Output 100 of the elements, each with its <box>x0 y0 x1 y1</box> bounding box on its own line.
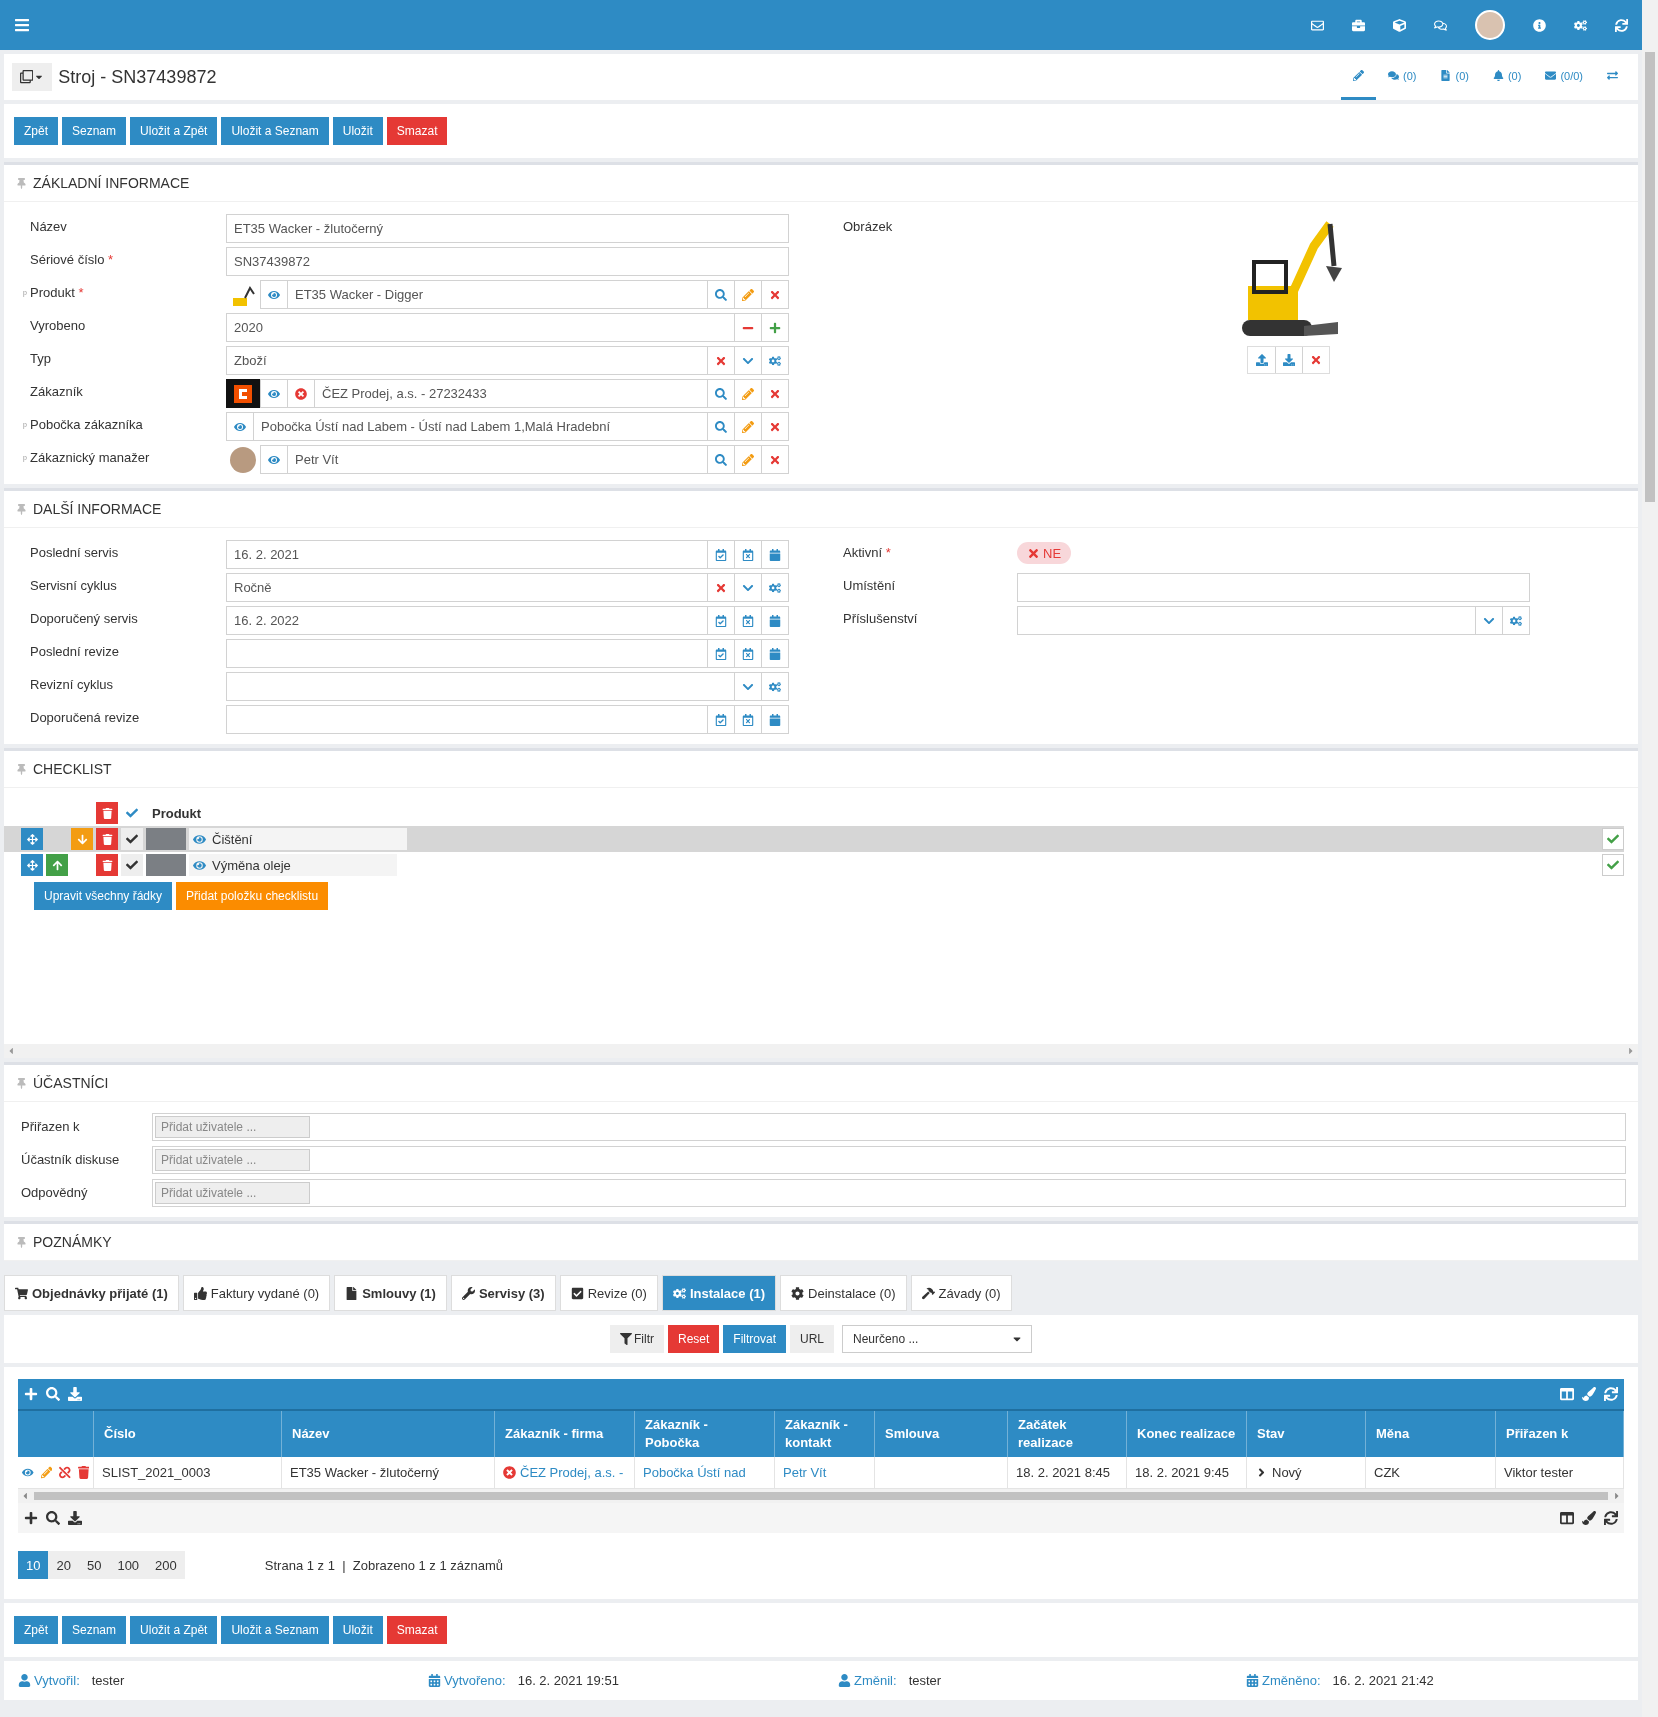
action-button[interactable]: Uložit a Zpět <box>130 1616 218 1644</box>
input-field[interactable]: ČEZ Prodej, a.s. - 27232433 <box>315 380 707 407</box>
action-button[interactable]: Uložit a Seznam <box>221 117 329 145</box>
meta-value: 16. 2. 2021 19:51 <box>517 1673 619 1688</box>
action-button[interactable]: Zpět <box>14 1616 58 1644</box>
move-button[interactable] <box>21 828 43 850</box>
tab[interactable]: Revize (0) <box>559 1275 658 1311</box>
input-field[interactable]: 16. 2. 2022 <box>227 607 707 634</box>
header-tab[interactable]: (0/0) <box>1533 54 1595 100</box>
input-field[interactable]: Ročně <box>227 574 707 601</box>
horizontal-scrollbar[interactable] <box>18 1489 1624 1503</box>
action-button[interactable]: Uložit a Zpět <box>130 117 218 145</box>
filter-button[interactable]: Filtrovat <box>723 1325 786 1353</box>
plus-icon <box>24 1387 38 1401</box>
page-size-button[interactable]: 200 <box>147 1551 185 1579</box>
checklist-row[interactable]: Výměna oleje <box>4 852 1624 878</box>
tab[interactable]: Deinstalace (0) <box>780 1275 907 1311</box>
action-button[interactable]: Uložit <box>332 117 383 145</box>
checkbox[interactable] <box>1602 828 1624 850</box>
column-header[interactable]: Název <box>282 1411 495 1457</box>
filter-button[interactable]: Filtr <box>609 1325 664 1353</box>
delete-button[interactable] <box>96 854 118 876</box>
cube-icon[interactable] <box>1393 18 1406 32</box>
column-header[interactable]: Začátek realizace <box>1008 1411 1127 1457</box>
input-field[interactable] <box>1017 573 1530 602</box>
input-field[interactable]: Pobočka Ústí nad Labem - Ústí nad Labem 1,Malá Hradební <box>254 413 707 440</box>
menu-icon[interactable] <box>14 17 30 33</box>
column-header[interactable]: Zákazník - kontakt <box>775 1411 875 1457</box>
page-size-button[interactable]: 10 <box>18 1551 49 1579</box>
meta-value: 16. 2. 2021 21:42 <box>1332 1673 1434 1688</box>
header-tab[interactable]: (0) <box>1428 54 1481 100</box>
input-field[interactable]: 2020 <box>227 314 734 341</box>
briefcase-icon[interactable] <box>1352 18 1365 32</box>
header-tab[interactable]: (0) <box>1480 54 1534 100</box>
input-field[interactable]: ET35 Wacker - Digger <box>288 281 707 308</box>
input-field[interactable]: Zboží <box>227 347 707 374</box>
input-field[interactable]: SN37439872 <box>226 247 789 276</box>
columns-icon <box>1560 1387 1574 1401</box>
input-field[interactable]: Přidat uživatele ... <box>155 1148 310 1171</box>
delete-button[interactable]: Smazat <box>386 117 448 145</box>
horizontal-scrollbar[interactable] <box>4 1044 1638 1058</box>
action-button[interactable]: Zpět <box>14 117 58 145</box>
calendar-times-icon <box>742 713 754 726</box>
checklist-button[interactable]: Upravit všechny řádky <box>34 882 173 910</box>
page-size-button[interactable]: 50 <box>78 1551 110 1579</box>
tab[interactable]: Závady (0) <box>910 1275 1012 1311</box>
column-header[interactable]: Číslo <box>94 1411 282 1457</box>
tab[interactable]: Objednávky přijaté (1) <box>4 1275 179 1311</box>
action-button[interactable]: Uložit <box>332 1616 383 1644</box>
refresh-icon[interactable] <box>1615 18 1628 32</box>
column-header[interactable]: Smlouva <box>875 1411 1008 1457</box>
vertical-scrollbar[interactable] <box>1642 0 1658 1717</box>
calendar-times-icon <box>742 614 754 627</box>
input-field[interactable]: ET35 Wacker - žlutočerný <box>226 214 789 243</box>
column-header[interactable]: Zákazník - Pobočka <box>635 1411 775 1457</box>
input-field[interactable]: 16. 2. 2021 <box>227 541 707 568</box>
meta-label: Změněno: <box>1246 1673 1321 1688</box>
tab[interactable]: Faktury vydané (0) <box>182 1275 331 1311</box>
action-button[interactable]: Seznam <box>62 117 127 145</box>
column-header[interactable]: Konec realizace <box>1127 1411 1247 1457</box>
info-icon[interactable] <box>1533 18 1546 32</box>
checklist-row[interactable]: Čištění <box>4 826 1624 852</box>
input-field[interactable]: Petr Vít <box>288 446 707 473</box>
clone-button[interactable] <box>12 63 53 91</box>
checklist-button[interactable]: Přidat položku checklistu <box>176 882 329 910</box>
move-button[interactable] <box>21 854 43 876</box>
header-tab[interactable]: (0) <box>1376 54 1429 100</box>
move-up-button[interactable] <box>46 854 68 876</box>
envelope-icon <box>1545 70 1557 81</box>
delete-button[interactable] <box>96 802 118 824</box>
page-size-button[interactable]: 20 <box>48 1551 79 1579</box>
input-field[interactable]: Přidat uživatele ... <box>155 1181 310 1204</box>
envelope-icon[interactable] <box>1311 18 1324 32</box>
field-label: Servisní cyklus <box>29 577 118 593</box>
delete-button[interactable] <box>96 828 118 850</box>
settings-icon[interactable] <box>1574 18 1587 32</box>
tab[interactable]: Servisy (3) <box>450 1275 556 1311</box>
cross-icon <box>1027 546 1040 560</box>
column-header[interactable]: Zákazník - firma <box>495 1411 635 1457</box>
page-size-button[interactable]: 100 <box>109 1551 148 1579</box>
user-avatar[interactable] <box>1475 10 1505 40</box>
action-button[interactable]: Uložit a Seznam <box>221 1616 329 1644</box>
delete-button[interactable]: Smazat <box>386 1616 448 1644</box>
column-header[interactable]: Přiřazen k <box>1496 1411 1624 1457</box>
filter-button[interactable]: Reset <box>667 1325 720 1353</box>
input-field[interactable]: Přidat uživatele ... <box>155 1115 310 1138</box>
select-field[interactable]: Neurčeno ... <box>842 1325 1033 1353</box>
status-badge[interactable]: NE <box>1017 542 1072 564</box>
close-icon <box>769 420 781 433</box>
chat-icon[interactable] <box>1434 18 1447 32</box>
field-label: Přiřazen k <box>21 1119 81 1134</box>
tab[interactable]: Instalace (1) <box>661 1275 777 1311</box>
column-header[interactable]: Stav <box>1247 1411 1366 1457</box>
filter-button[interactable]: URL <box>790 1325 835 1353</box>
tab[interactable]: Smlouvy (1) <box>334 1275 447 1311</box>
column-header[interactable]: Měna <box>1366 1411 1496 1457</box>
checkbox[interactable] <box>1602 854 1624 876</box>
action-button[interactable]: Seznam <box>62 1616 127 1644</box>
upload-icon <box>1255 354 1268 366</box>
move-down-button[interactable] <box>71 828 93 850</box>
